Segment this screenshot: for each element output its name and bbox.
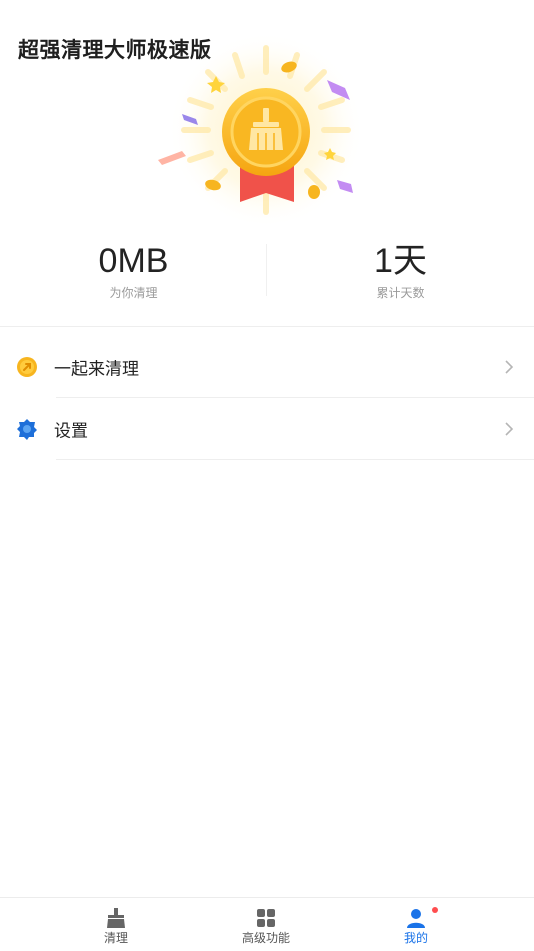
cleaned-value: 0MB [98,242,169,280]
section-divider [0,326,534,327]
chevron-right-icon [505,360,514,374]
chevron-right-icon [505,422,514,436]
nav-label-mine: 我的 [403,931,428,945]
coin-decoration [308,185,320,199]
days-value: 1天 [374,242,427,280]
bottom-nav: 清理 高级功能 我的 [0,897,534,951]
coin-icon [17,357,37,377]
stats-panel: 0MB 为你清理 1天 累计天数 [0,238,534,308]
grid-icon [257,909,275,927]
gear-icon [17,419,37,440]
menu-list: 一起来清理 设置 [0,336,534,460]
medal-illustration [0,30,534,230]
broom-icon [107,908,125,928]
notification-dot [432,907,438,913]
menu-label-clean-together: 一起来清理 [54,359,139,380]
days-label: 累计天数 [376,286,425,300]
cleaned-label: 为你清理 [109,286,158,300]
menu-item-settings[interactable]: 设置 [0,398,534,460]
days-stat: 1天 累计天数 [267,238,534,301]
menu-label-settings: 设置 [54,421,88,442]
cleaned-stat: 0MB 为你清理 [0,238,267,301]
nav-item-mine[interactable]: 我的 [327,898,505,951]
menu-item-clean-together[interactable]: 一起来清理 [0,336,534,398]
menu-separator [56,459,534,460]
user-icon [407,909,425,928]
